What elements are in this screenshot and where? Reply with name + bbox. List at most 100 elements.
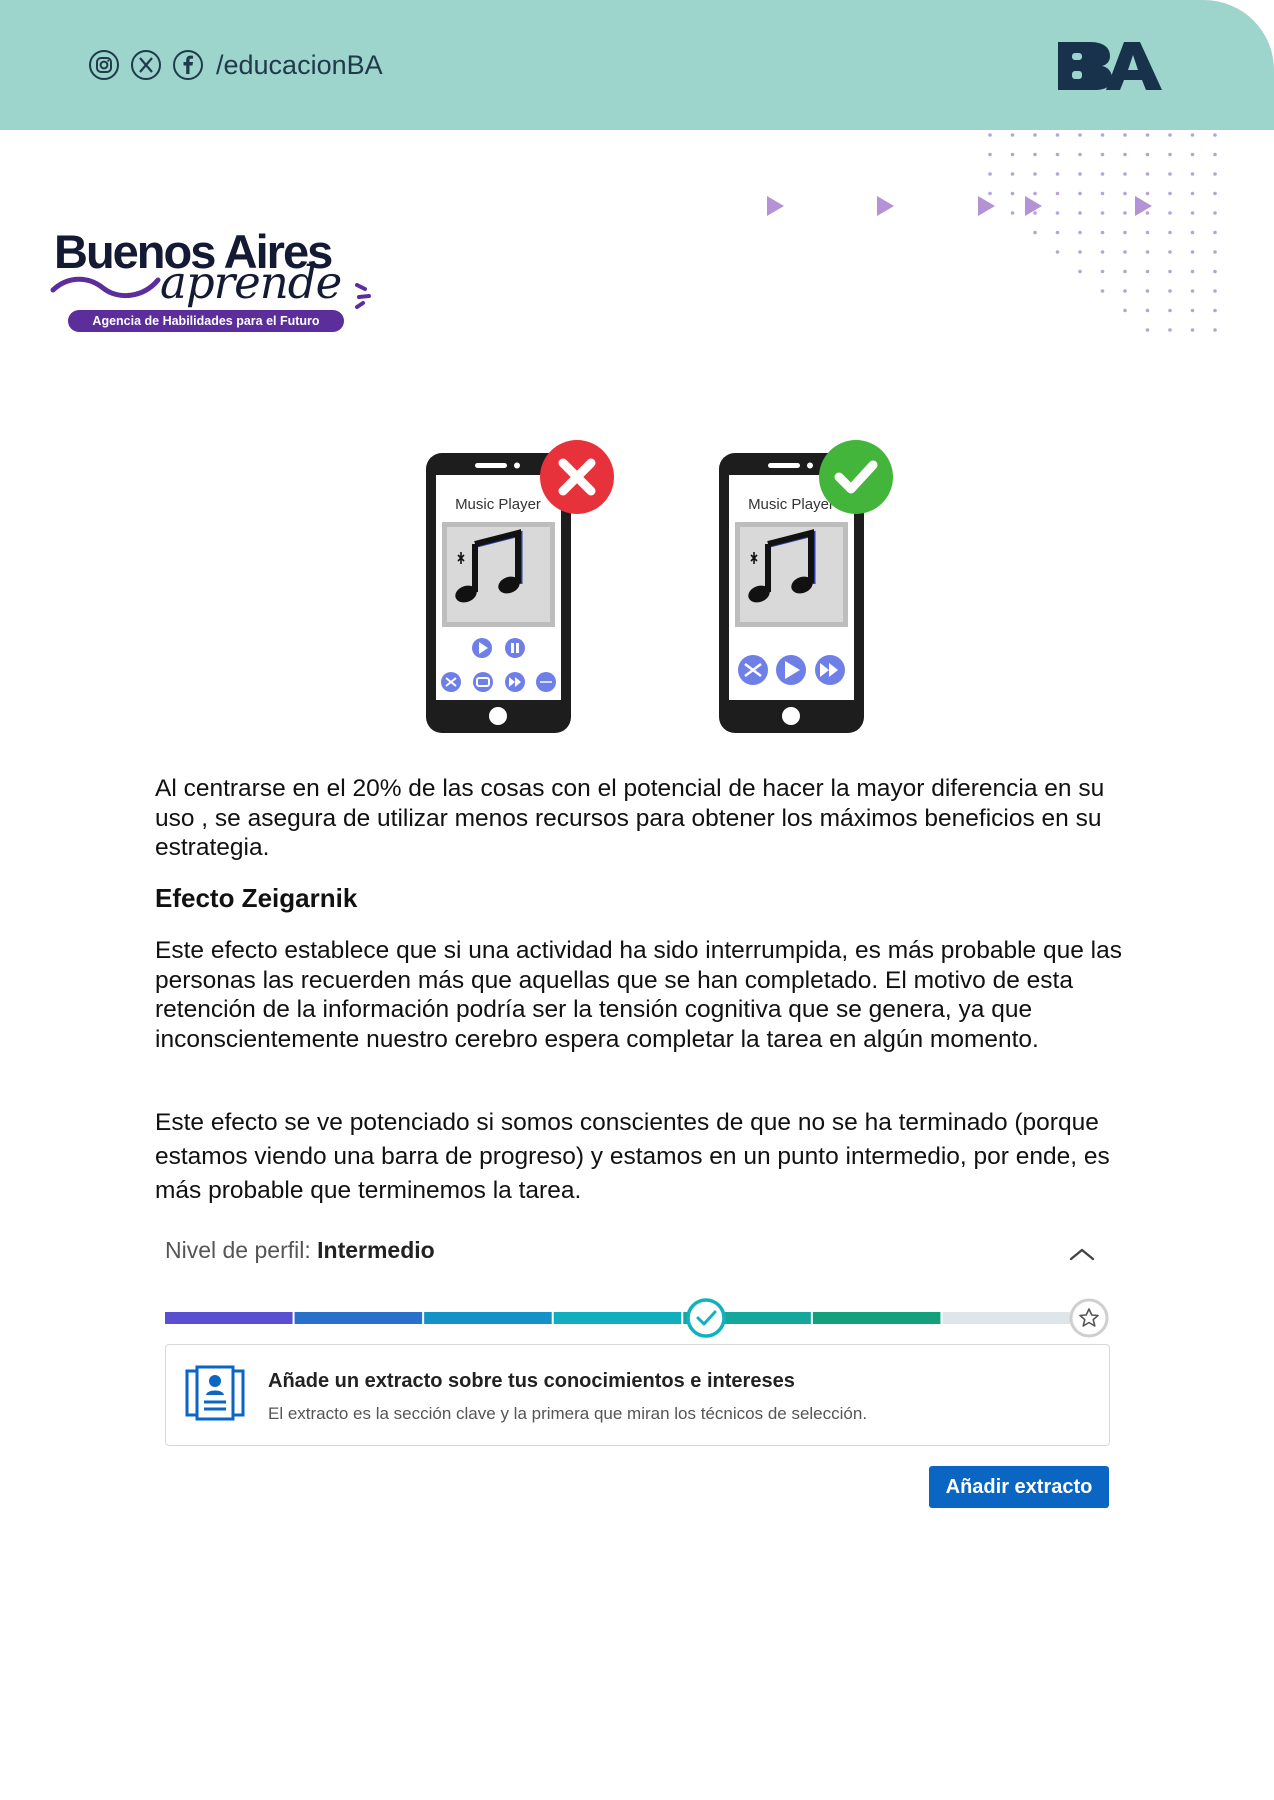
brand-tagline: Agencia de Habilidades para el Futuro — [68, 310, 344, 332]
decorative-dot — [1145, 250, 1150, 254]
decorative-dot — [1100, 191, 1105, 196]
decorative-dot — [1078, 152, 1082, 157]
decorative-dot — [1168, 152, 1172, 157]
decorative-dot — [1123, 152, 1127, 157]
brand-swoosh — [50, 276, 161, 299]
progress-segments — [165, 1312, 1070, 1324]
decorative-dot — [1145, 152, 1150, 157]
brand-script: aprende — [160, 256, 342, 309]
paragraph-pareto: Al centrarse en el 20% de las cosas con … — [155, 775, 1105, 861]
x-icon[interactable] — [130, 49, 162, 81]
decorative-dot — [1213, 191, 1217, 196]
progress-segment — [942, 1312, 1070, 1324]
decorative-dot — [1010, 152, 1015, 157]
decorative-dot — [1123, 191, 1127, 196]
decorative-dot — [1145, 328, 1150, 332]
decorative-dot — [1190, 328, 1195, 332]
decorative-dot — [988, 133, 992, 137]
decorative-dot — [1190, 230, 1195, 235]
decorative-dot — [988, 191, 992, 196]
decorative-dot — [1100, 269, 1105, 274]
decorative-dot — [1190, 250, 1195, 254]
decorative-dot — [1100, 211, 1105, 215]
decorative-dot — [1078, 269, 1082, 274]
add-summary-button[interactable]: Añadir extracto — [929, 1466, 1109, 1508]
decorative-dot — [1213, 152, 1217, 157]
decorative-dot — [1145, 211, 1150, 215]
decorative-dot — [1123, 269, 1127, 274]
decorative-dot — [1145, 289, 1150, 293]
social-links: /educacionBA — [88, 48, 383, 82]
decorative-dot — [1213, 230, 1217, 235]
decorative-dot — [1213, 172, 1217, 176]
section-heading: Efecto Zeigarnik — [155, 883, 358, 913]
goal-marker — [1069, 1298, 1109, 1338]
decorative-dot — [1100, 133, 1105, 137]
decorative-dot — [1100, 230, 1105, 235]
decorative-pattern — [767, 133, 1217, 332]
progress-segment — [294, 1312, 423, 1324]
decorative-dot — [1055, 211, 1060, 215]
decorative-dot — [1033, 152, 1037, 157]
phone-right: Music Player — [719, 440, 893, 733]
decorative-dot — [1190, 308, 1195, 313]
decorative-dot — [1145, 230, 1150, 235]
decorative-dot — [1100, 172, 1105, 176]
decorative-dot — [1145, 133, 1150, 137]
progress-segment — [165, 1312, 293, 1324]
profile-level: Nivel de perfil: Intermedio — [165, 1237, 435, 1264]
decorative-dot — [1033, 133, 1037, 137]
decorative-dot — [1078, 133, 1082, 137]
card-title: Añade un extracto sobre tus conocimiento… — [268, 1370, 795, 1392]
decorative-dot — [1145, 269, 1150, 274]
progress-segment — [812, 1312, 941, 1324]
decorative-dot — [1213, 328, 1217, 332]
buenos-aires-aprende-logo: Buenos Aires aprende Agencia de Habilida… — [48, 220, 398, 340]
facebook-icon[interactable] — [172, 49, 204, 81]
card-subtitle: El extracto es la sección clave y la pri… — [268, 1404, 868, 1423]
decorative-dot — [1145, 191, 1150, 196]
profile-level-label: Nivel de perfil: — [165, 1237, 311, 1263]
decorative-dot — [988, 172, 992, 176]
decorative-dot — [1123, 250, 1127, 254]
profile-progress-bar — [165, 1298, 1109, 1338]
decorative-dot — [988, 152, 992, 157]
decorative-dot — [1213, 308, 1217, 313]
decorative-dot — [1078, 172, 1082, 176]
instagram-icon[interactable] — [88, 49, 120, 81]
decorative-dot — [1168, 250, 1172, 254]
decorative-dot — [1168, 230, 1172, 235]
decorative-dot — [1055, 133, 1060, 137]
header-band: /educacionBA — [0, 0, 1274, 130]
decorative-dot — [1168, 289, 1172, 293]
decorative-dot — [1190, 172, 1195, 176]
decorative-dot — [1168, 133, 1172, 137]
paragraph-zeigarnik: Este efecto establece que si una activid… — [155, 937, 1122, 1053]
decorative-dot — [1213, 289, 1217, 293]
decorative-dot — [1010, 133, 1015, 137]
decorative-dot — [1168, 172, 1172, 176]
decorative-dot — [1190, 152, 1195, 157]
decorative-dot — [1078, 230, 1082, 235]
music-player-comparison-illustration: Music Player Music Player — [426, 440, 893, 733]
social-handle[interactable]: /educacionBA — [216, 50, 383, 81]
decorative-dot — [1190, 191, 1195, 196]
ba-logo — [1058, 42, 1162, 90]
decorative-dot — [1055, 250, 1060, 254]
decorative-dot — [1123, 230, 1127, 235]
profile-level-value: Intermedio — [317, 1237, 435, 1263]
phone-right-title: Music Player — [748, 496, 834, 513]
paragraph-progress: Este efecto se ve potenciado si somos co… — [155, 1109, 1110, 1204]
decorative-dot — [1055, 172, 1060, 176]
decorative-dot — [1145, 172, 1150, 176]
decorative-dot — [1213, 269, 1217, 274]
brand-accent-marks — [355, 283, 371, 309]
chevron-up-icon[interactable] — [1068, 1245, 1096, 1263]
decorative-dot — [1123, 172, 1127, 176]
decorative-dot — [1100, 289, 1105, 293]
decorative-dot — [1010, 211, 1015, 215]
decorative-dot — [1123, 308, 1127, 313]
decorative-dot — [1033, 230, 1037, 235]
decorative-dot — [1123, 289, 1127, 293]
decorative-dot — [1168, 328, 1172, 332]
